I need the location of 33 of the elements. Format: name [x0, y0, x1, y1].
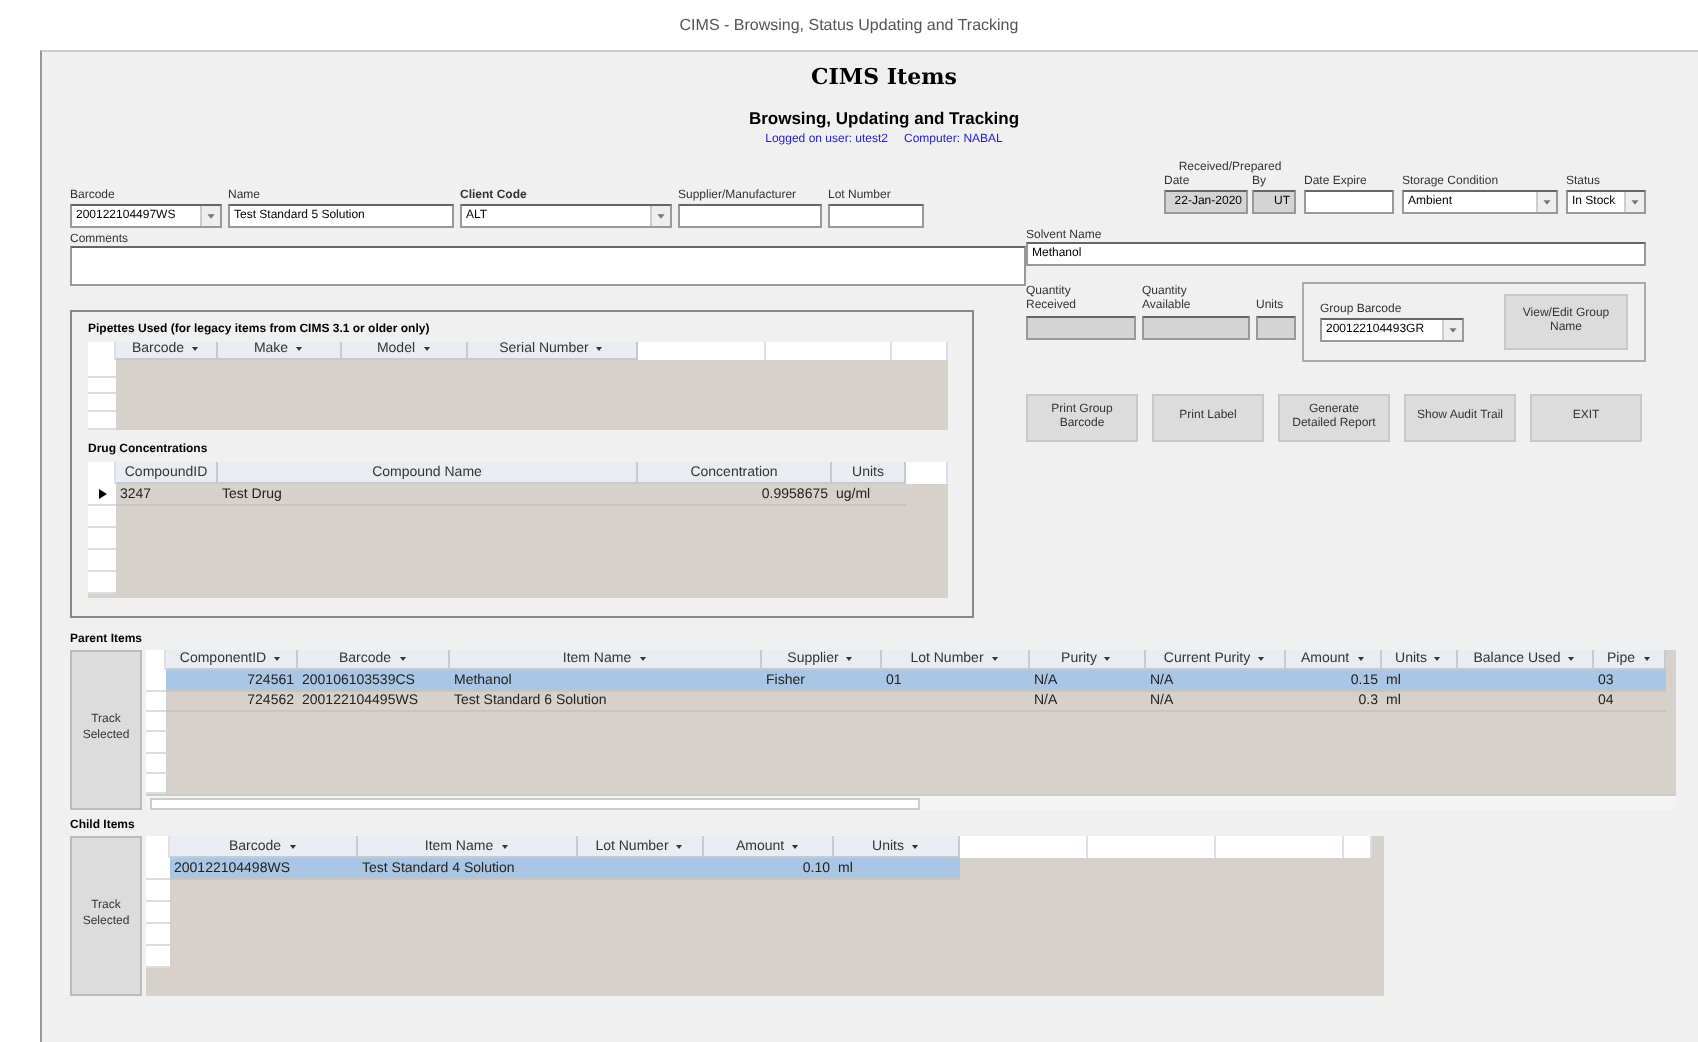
filter-arrow-icon[interactable] — [397, 654, 408, 665]
text-field[interactable] — [1142, 316, 1250, 341]
text-field[interactable] — [1304, 190, 1394, 214]
filter-arrow-icon[interactable] — [287, 841, 298, 851]
filter-arrow-icon[interactable] — [190, 344, 201, 355]
filter-arrow-icon[interactable] — [1256, 654, 1267, 665]
text-field[interactable] — [678, 204, 822, 228]
filter-arrow-icon[interactable] — [272, 654, 283, 665]
filter-arrow-icon[interactable] — [790, 841, 801, 851]
scrollbar-thumb[interactable] — [150, 797, 920, 810]
filter-arrow-icon[interactable] — [844, 654, 855, 665]
filter-arrow-icon[interactable] — [1432, 654, 1443, 665]
text-field[interactable] — [1256, 316, 1296, 341]
window-title: CIMS - Browsing, Status Updating and Tracking — [677, 14, 1021, 38]
form-title: CIMS Items — [811, 64, 957, 90]
filter-arrow-icon[interactable] — [421, 344, 432, 355]
filter-arrow-icon[interactable] — [1355, 654, 1366, 665]
filter-arrow-icon[interactable] — [1102, 654, 1113, 665]
text-field[interactable] — [1026, 316, 1136, 341]
record-selector[interactable] — [88, 484, 116, 506]
horizontal-scrollbar[interactable] — [146, 794, 1676, 810]
filter-arrow-icon[interactable] — [1641, 654, 1651, 665]
filter-arrow-icon[interactable] — [594, 344, 605, 355]
filter-arrow-icon[interactable] — [674, 841, 685, 851]
filter-arrow-icon[interactable] — [1566, 654, 1577, 665]
filter-arrow-icon[interactable] — [909, 841, 920, 851]
filter-arrow-icon[interactable] — [637, 654, 648, 665]
text-field[interactable] — [828, 204, 924, 228]
comments-field[interactable] — [70, 246, 1026, 286]
filter-arrow-icon[interactable] — [294, 344, 305, 355]
form-subtitle: Browsing, Updating and Tracking — [748, 108, 1020, 128]
filter-arrow-icon[interactable] — [989, 654, 1000, 665]
filter-arrow-icon[interactable] — [499, 841, 510, 851]
